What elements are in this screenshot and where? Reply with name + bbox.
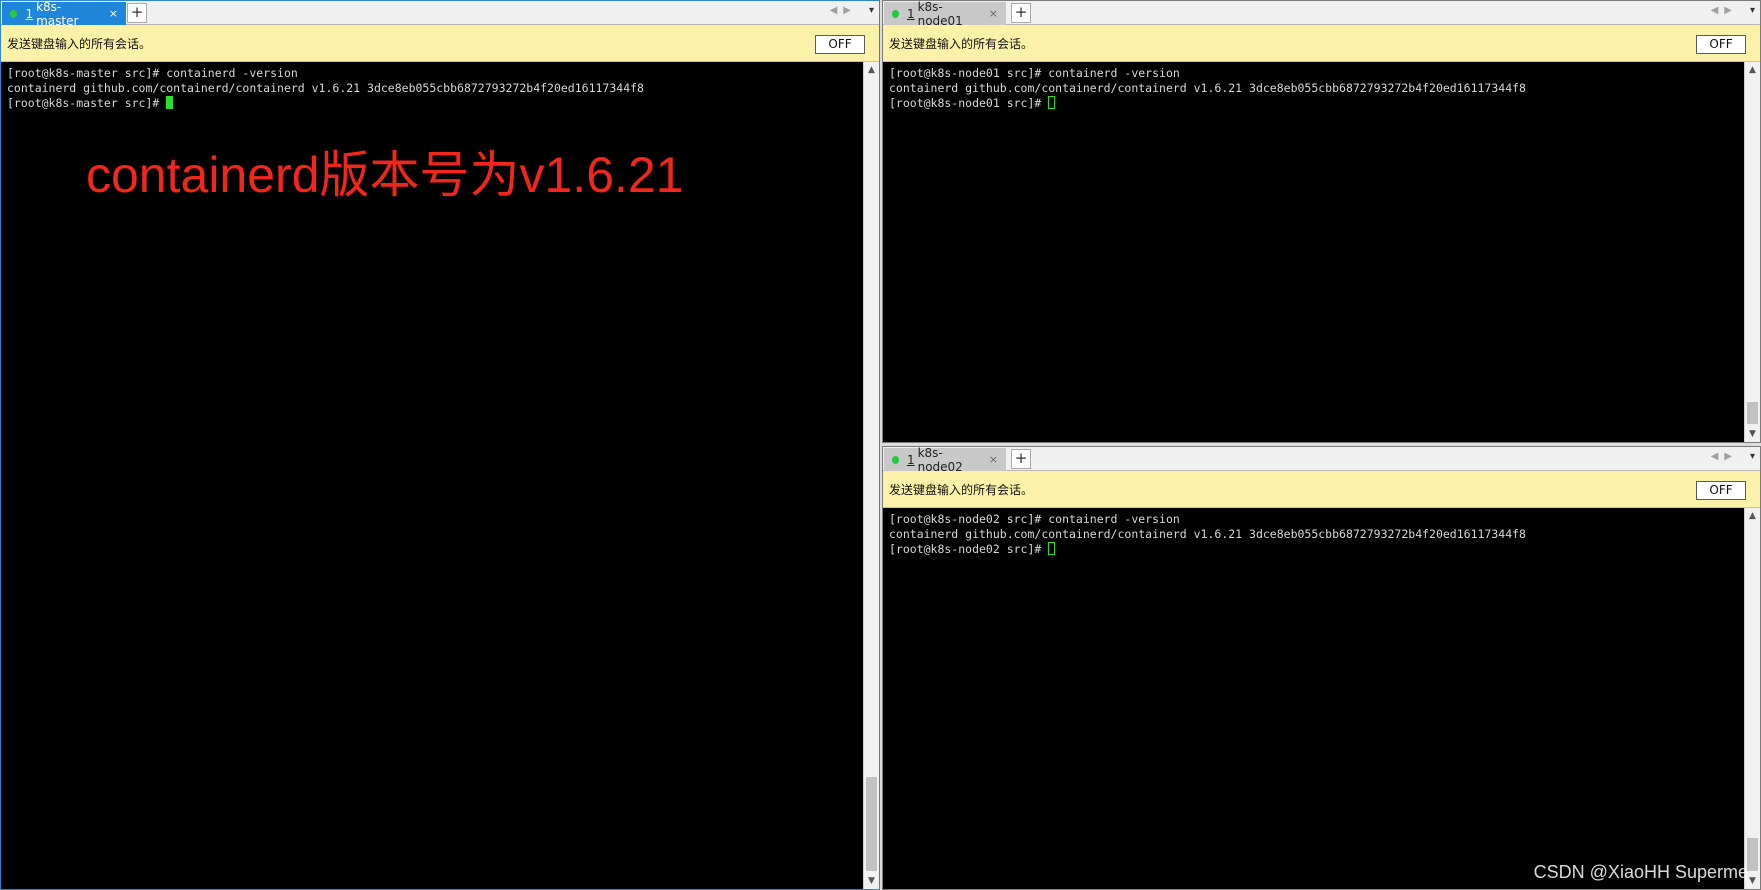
terminal-prompt: [root@k8s-node02 src]# [889,542,1049,556]
tab-menu-icon[interactable]: ▾ [1750,5,1755,16]
terminal-output[interactable]: [root@k8s-node02 src]# containerd -versi… [883,508,1744,889]
vertical-scrollbar[interactable]: ▲ ▼ [863,62,879,889]
tab-bar: 1 k8s-node01 × + ◀▶ ▾ [883,0,1760,28]
tab-menu-icon[interactable]: ▾ [1750,451,1755,462]
scroll-up-icon[interactable]: ▲ [1745,508,1760,524]
scroll-thumb[interactable] [866,777,877,871]
tab-scroll-arrows-icon[interactable]: ◀▶ [1711,451,1738,462]
terminal-prompt-line: [root@k8s-node01 src]# [889,96,1738,111]
broadcast-bar: 发送键盘输入的所有会话。 OFF [883,471,1760,508]
broadcast-text: 发送键盘输入的所有会话。 [889,36,1034,51]
terminal-prompt-line: [root@k8s-master src]# [7,96,857,111]
tab-scroll-arrows-icon[interactable]: ◀▶ [1711,5,1738,16]
vertical-scrollbar[interactable]: ▲ ▼ [1744,62,1760,442]
terminal-line: [root@k8s-node02 src]# containerd -versi… [889,512,1180,526]
broadcast-bar: 发送键盘输入的所有会话。 OFF [883,25,1760,62]
cursor [1048,96,1056,109]
tab-k8s-node02[interactable]: 1 k8s-node02 × [884,445,1006,474]
tab-number: 1 [25,6,34,21]
pane-k8s-master: 1 k8s-master × + ◀▶ ▾ 发送键盘输入的所有会话。 OFF [… [0,0,880,890]
tab-number: 1 [906,6,915,21]
session-status-icon [10,9,18,18]
scroll-up-icon[interactable]: ▲ [1745,62,1760,78]
session-status-icon [892,455,899,464]
new-tab-button[interactable]: + [127,3,147,23]
terminal-line: containerd github.com/containerd/contain… [889,527,1526,541]
scroll-up-icon[interactable]: ▲ [864,62,879,78]
tab-menu-icon[interactable]: ▾ [869,5,874,16]
cursor [166,96,174,109]
tab-k8s-master[interactable]: 1 k8s-master × [2,0,126,28]
scroll-thumb[interactable] [1747,838,1758,871]
tab-label: k8s-node02 [917,445,963,474]
broadcast-off-button[interactable]: OFF [1696,481,1746,500]
pane-k8s-node02: 1 k8s-node02 × + ◀▶ ▾ 发送键盘输入的所有会话。 OFF [… [882,446,1761,890]
tab-bar: 1 k8s-node02 × + ◀▶ ▾ [883,445,1760,474]
tab-scroll-arrows-icon[interactable]: ◀▶ [830,5,857,16]
terminal-line: containerd github.com/containerd/contain… [889,81,1526,95]
close-icon[interactable]: × [109,7,118,20]
close-icon[interactable]: × [989,453,998,466]
watermark: CSDN @XiaoHH Superme [1533,862,1748,882]
vertical-scrollbar[interactable]: ▲ ▼ [1744,508,1760,889]
tab-bar: 1 k8s-master × + ◀▶ ▾ [1,0,879,28]
terminal-line: containerd github.com/containerd/contain… [7,81,644,95]
terminal-line: [root@k8s-node01 src]# containerd -versi… [889,66,1180,80]
annotation-text: containerd版本号为v1.6.21 [86,147,684,203]
broadcast-text: 发送键盘输入的所有会话。 [7,36,152,51]
tab-number: 1 [906,452,915,467]
scroll-down-icon[interactable]: ▼ [1745,426,1760,442]
scroll-down-icon[interactable]: ▼ [864,873,879,889]
cursor [1048,542,1056,555]
tab-k8s-node01[interactable]: 1 k8s-node01 × [884,0,1006,28]
terminal-line: [root@k8s-master src]# containerd -versi… [7,66,298,80]
new-tab-button[interactable]: + [1011,3,1031,23]
broadcast-text: 发送键盘输入的所有会话。 [889,482,1034,497]
terminal-app: 1 k8s-master × + ◀▶ ▾ 发送键盘输入的所有会话。 OFF [… [0,0,1761,890]
terminal-prompt: [root@k8s-master src]# [7,96,167,110]
terminal-output[interactable]: [root@k8s-node01 src]# containerd -versi… [883,62,1744,442]
close-icon[interactable]: × [989,7,998,20]
broadcast-off-button[interactable]: OFF [1696,35,1746,54]
tab-label: k8s-node01 [917,0,963,28]
broadcast-off-button[interactable]: OFF [815,35,865,54]
tab-label: k8s-master [36,0,79,28]
terminal-prompt: [root@k8s-node01 src]# [889,96,1049,110]
broadcast-bar: 发送键盘输入的所有会话。 OFF [1,25,879,62]
scroll-thumb[interactable] [1747,402,1758,424]
terminal-prompt-line: [root@k8s-node02 src]# [889,542,1738,557]
pane-k8s-node01: 1 k8s-node01 × + ◀▶ ▾ 发送键盘输入的所有会话。 OFF [… [882,0,1761,443]
new-tab-button[interactable]: + [1011,449,1031,469]
session-status-icon [892,9,899,18]
